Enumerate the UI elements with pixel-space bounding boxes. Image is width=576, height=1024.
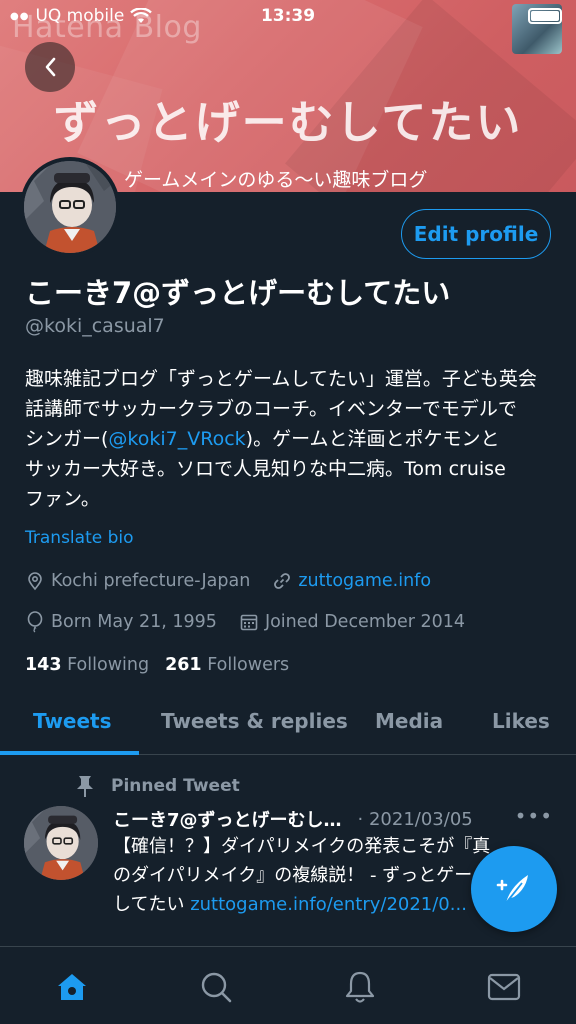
active-tab-indicator xyxy=(0,751,139,755)
profile-meta-row: Kochi prefecture-Japan zuttogame.info xyxy=(25,571,453,591)
status-bar: ●● UQ mobile 13:39 xyxy=(0,0,576,34)
battery-icon xyxy=(528,8,562,24)
following-count: 143 xyxy=(25,655,62,675)
status-time: 13:39 xyxy=(260,6,316,26)
bio-line: 趣味雑記ブログ「ずっとゲームしてたい」運営。子ども英会 xyxy=(25,368,537,390)
bio-mention-link[interactable]: @koki7_VRock xyxy=(108,428,245,450)
website[interactable]: zuttogame.info xyxy=(272,571,431,591)
banner-title: ずっとげーむしてたい xyxy=(53,96,523,149)
profile-name: こーき7@ずっとげーむしてたい xyxy=(25,276,451,310)
location-text: Kochi prefecture-Japan xyxy=(51,571,251,591)
nav-messages[interactable] xyxy=(484,967,524,1007)
balloon-icon xyxy=(27,611,43,633)
website-link[interactable]: zuttogame.info xyxy=(298,571,431,591)
edit-profile-button[interactable]: Edit profile xyxy=(401,209,551,259)
profile-bio: 趣味雑記ブログ「ずっとゲームしてたい」運営。子ども英会 話講師でサッカークラブの… xyxy=(25,364,555,514)
pinned-label: Pinned Tweet xyxy=(111,776,240,796)
back-icon xyxy=(45,57,56,77)
profile-tabs: Tweets Tweets & replies Media Likes xyxy=(0,697,576,755)
born-text: Born May 21, 1995 xyxy=(51,612,217,632)
following-stat[interactable]: 143 Following xyxy=(25,655,149,675)
avatar-image xyxy=(24,806,98,880)
bio-line: 話講師でサッカークラブのコーチ。イベンターでモデルで xyxy=(25,398,517,420)
pinned-indicator: Pinned Tweet xyxy=(75,774,240,798)
pin-icon xyxy=(77,776,93,797)
more-options-icon[interactable]: ••• xyxy=(515,804,553,828)
following-label: Following xyxy=(67,655,150,675)
bottom-nav xyxy=(0,947,576,1024)
tweet-link[interactable]: zuttogame.info/entry/2021/0... xyxy=(190,894,467,915)
tab-likes[interactable]: Likes xyxy=(492,709,550,733)
link-icon xyxy=(274,573,291,589)
followers-label: Followers xyxy=(207,655,290,675)
home-icon xyxy=(58,974,86,1000)
joined: Joined December 2014 xyxy=(239,612,465,632)
compose-icon xyxy=(496,875,528,904)
nav-notifications[interactable] xyxy=(340,967,380,1007)
bio-line: ファン。 xyxy=(25,488,100,510)
back-button[interactable] xyxy=(25,42,75,92)
nav-search[interactable] xyxy=(196,967,236,1007)
bio-line: サッカー大好き。ソロで人見知りな中二病。Tom cruise xyxy=(25,458,506,480)
location: Kochi prefecture-Japan xyxy=(25,571,250,591)
compose-tweet-button[interactable] xyxy=(471,846,557,932)
followers-count: 261 xyxy=(165,655,202,675)
tab-tweets-replies[interactable]: Tweets & replies xyxy=(161,709,348,733)
location-icon xyxy=(28,572,42,591)
banner-subtitle: ゲームメインのゆる〜い趣味ブログ xyxy=(124,169,428,191)
bio-line: シンガー(@koki7_VRock)。ゲームと洋画とポケモンと xyxy=(25,424,555,454)
tab-tweets[interactable]: Tweets xyxy=(33,709,112,733)
joined-text: Joined December 2014 xyxy=(264,612,466,632)
tweet-date[interactable]: · 2021/03/05 xyxy=(358,809,473,830)
search-icon xyxy=(201,972,232,1003)
bio-text: シンガー( xyxy=(25,428,109,450)
translate-bio-link[interactable]: Translate bio xyxy=(25,528,134,548)
tweet-author[interactable]: こーき7@ずっとげーむし… xyxy=(113,806,342,832)
tab-media[interactable]: Media xyxy=(375,709,443,733)
born: Born May 21, 1995 xyxy=(25,611,217,633)
profile-handle: @koki_casual7 xyxy=(25,315,165,337)
profile-avatar[interactable] xyxy=(20,157,120,257)
followers-stat[interactable]: 261 Followers xyxy=(165,655,289,675)
bell-icon xyxy=(345,971,375,1003)
nav-home[interactable] xyxy=(52,967,92,1007)
tweet-header: こーき7@ずっとげーむし… · 2021/03/05 ••• xyxy=(113,804,553,832)
tweet-avatar[interactable] xyxy=(24,806,98,880)
profile-dates-row: Born May 21, 1995 Joined December 2014 xyxy=(25,611,487,633)
calendar-icon xyxy=(240,614,258,631)
follow-stats: 143 Following 261 Followers xyxy=(25,655,289,675)
avatar-image xyxy=(24,161,116,253)
tweet-text-prefix: してたい xyxy=(113,894,191,915)
mail-icon xyxy=(487,973,521,1001)
bio-text: )。ゲームと洋画とポケモンと xyxy=(245,428,500,450)
